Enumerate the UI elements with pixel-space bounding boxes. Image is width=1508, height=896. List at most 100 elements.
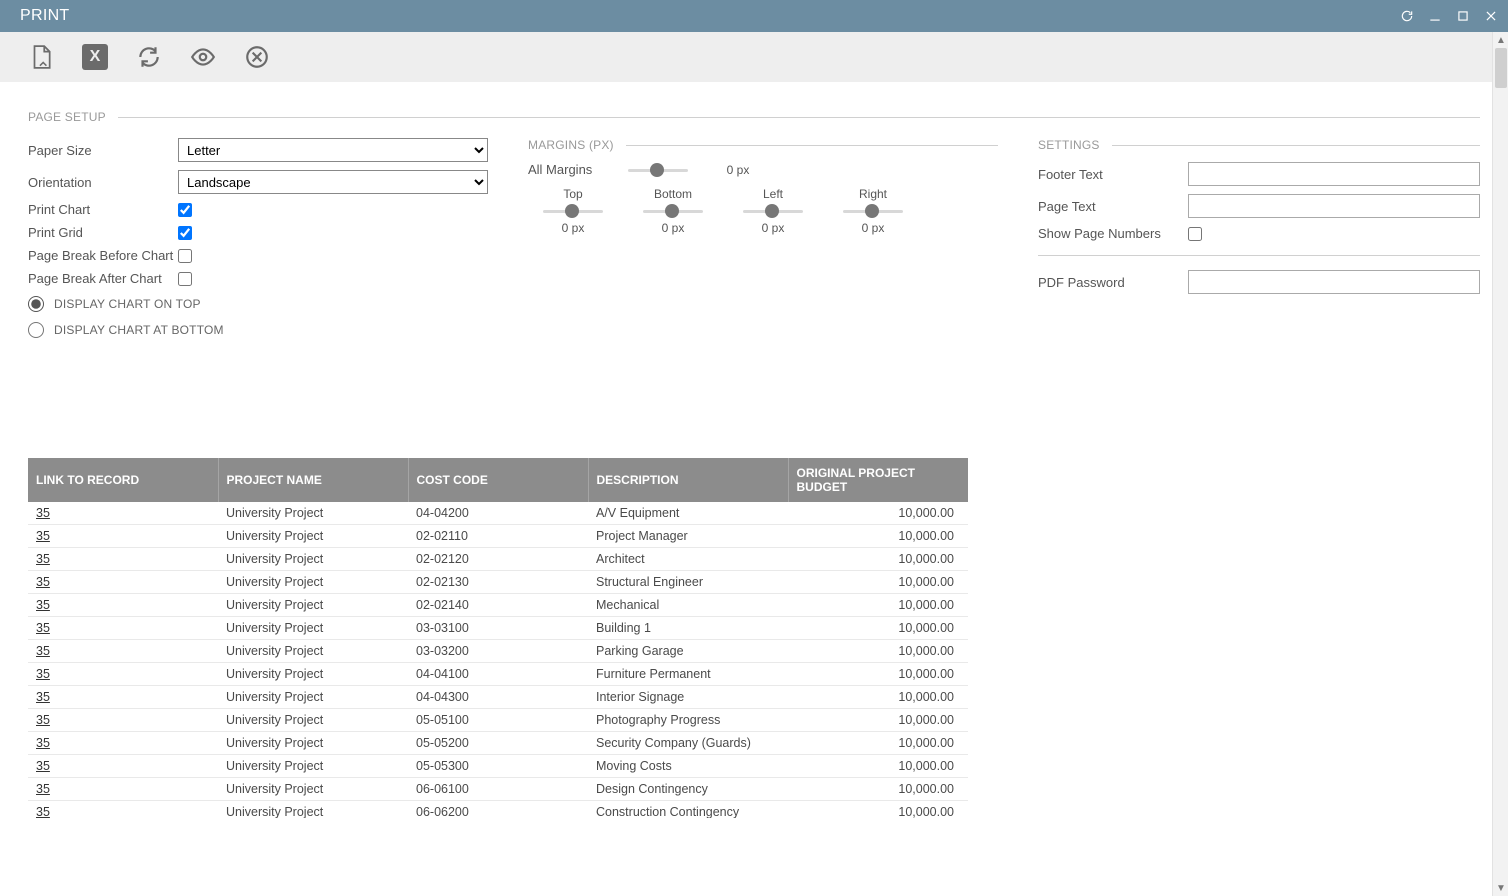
record-link[interactable]: 35	[36, 782, 50, 796]
table-row: 35University Project05-05100Photography …	[28, 709, 968, 732]
col-code-header[interactable]: COST CODE	[408, 458, 588, 502]
record-link[interactable]: 35	[36, 506, 50, 520]
record-link[interactable]: 35	[36, 690, 50, 704]
col-desc-header[interactable]: DESCRIPTION	[588, 458, 788, 502]
record-link[interactable]: 35	[36, 529, 50, 543]
cell-project: University Project	[218, 525, 408, 548]
record-link[interactable]: 35	[36, 805, 50, 818]
record-link[interactable]: 35	[36, 713, 50, 727]
margins-panel: MARGINS (PX) All Margins 0 px Top Bottom…	[528, 138, 998, 235]
paper-size-select[interactable]: Letter	[178, 138, 488, 162]
all-margins-slider[interactable]	[628, 164, 688, 176]
cell-desc: Building 1	[588, 617, 788, 640]
cell-link: 35	[28, 548, 218, 571]
cell-desc: Security Company (Guards)	[588, 732, 788, 755]
cell-project: University Project	[218, 709, 408, 732]
cell-link: 35	[28, 525, 218, 548]
cell-desc: Moving Costs	[588, 755, 788, 778]
cell-desc: Project Manager	[588, 525, 788, 548]
export-excel-button[interactable]: X	[82, 44, 108, 70]
margin-left-slider[interactable]	[743, 205, 803, 217]
orientation-select[interactable]: Landscape	[178, 170, 488, 194]
record-link[interactable]: 35	[36, 575, 50, 589]
scrollbar-thumb[interactable]	[1495, 48, 1507, 88]
record-link[interactable]: 35	[36, 759, 50, 773]
record-link[interactable]: 35	[36, 736, 50, 750]
table-row: 35University Project03-03100Building 110…	[28, 617, 968, 640]
chart-bottom-radio[interactable]	[28, 322, 44, 338]
record-link[interactable]: 35	[36, 667, 50, 681]
table-row: 35University Project04-04100Furniture Pe…	[28, 663, 968, 686]
cell-project: University Project	[218, 755, 408, 778]
scroll-up-icon[interactable]: ▲	[1493, 32, 1508, 48]
preview-button[interactable]	[190, 44, 216, 70]
cell-code: 06-06200	[408, 801, 588, 819]
cell-budget: 10,000.00	[788, 548, 968, 571]
cell-budget: 10,000.00	[788, 732, 968, 755]
refresh-button[interactable]	[136, 44, 162, 70]
margin-top-slider[interactable]	[543, 205, 603, 217]
cell-code: 02-02140	[408, 594, 588, 617]
cell-project: University Project	[218, 778, 408, 801]
margin-bottom-slider[interactable]	[643, 205, 703, 217]
footer-text-input[interactable]	[1188, 162, 1480, 186]
report-grid-scroll[interactable]: LINK TO RECORD PROJECT NAME COST CODE DE…	[28, 458, 1480, 818]
cell-budget: 10,000.00	[788, 663, 968, 686]
cell-desc: Furniture Permanent	[588, 663, 788, 686]
margin-top-label: Top	[563, 187, 582, 201]
minimize-icon[interactable]	[1428, 9, 1442, 23]
maximize-icon[interactable]	[1456, 9, 1470, 23]
scroll-down-icon[interactable]: ▼	[1493, 880, 1508, 896]
window-title: PRINT	[20, 7, 70, 25]
col-budget-header[interactable]: ORIGINAL PROJECT BUDGET	[788, 458, 968, 502]
cell-desc: Construction Contingency	[588, 801, 788, 819]
close-icon[interactable]	[1484, 9, 1498, 23]
cell-budget: 10,000.00	[788, 801, 968, 819]
refresh-icon[interactable]	[1400, 9, 1414, 23]
cell-link: 35	[28, 755, 218, 778]
window-scrollbar[interactable]: ▲ ▼	[1492, 32, 1508, 896]
col-project-header[interactable]: PROJECT NAME	[218, 458, 408, 502]
col-link-header[interactable]: LINK TO RECORD	[28, 458, 218, 502]
record-link[interactable]: 35	[36, 552, 50, 566]
table-row: 35University Project02-02130Structural E…	[28, 571, 968, 594]
cell-link: 35	[28, 801, 218, 819]
margin-left-value: 0 px	[762, 221, 785, 235]
cell-budget: 10,000.00	[788, 617, 968, 640]
footer-text-label: Footer Text	[1038, 167, 1188, 182]
margin-right-value: 0 px	[862, 221, 885, 235]
show-page-numbers-label: Show Page Numbers	[1038, 226, 1188, 241]
margin-bottom-label: Bottom	[654, 187, 692, 201]
record-link[interactable]: 35	[36, 598, 50, 612]
page-text-input[interactable]	[1188, 194, 1480, 218]
pdf-password-label: PDF Password	[1038, 275, 1188, 290]
page-break-after-checkbox[interactable]	[178, 272, 192, 286]
cell-link: 35	[28, 640, 218, 663]
cell-desc: A/V Equipment	[588, 502, 788, 525]
cancel-button[interactable]	[244, 44, 270, 70]
page-break-before-label: Page Break Before Chart	[28, 248, 178, 263]
cell-code: 03-03100	[408, 617, 588, 640]
pdf-password-input[interactable]	[1188, 270, 1480, 294]
cell-project: University Project	[218, 502, 408, 525]
chart-top-radio-label: DISPLAY CHART ON TOP	[54, 297, 201, 311]
record-link[interactable]: 35	[36, 621, 50, 635]
cell-link: 35	[28, 778, 218, 801]
print-chart-checkbox[interactable]	[178, 203, 192, 217]
cell-budget: 10,000.00	[788, 640, 968, 663]
chart-top-radio[interactable]	[28, 296, 44, 312]
page-break-after-label: Page Break After Chart	[28, 271, 178, 286]
export-pdf-button[interactable]	[28, 44, 54, 70]
table-row: 35University Project06-06200Construction…	[28, 801, 968, 819]
page-break-before-checkbox[interactable]	[178, 249, 192, 263]
show-page-numbers-checkbox[interactable]	[1188, 227, 1202, 241]
orientation-label: Orientation	[28, 175, 178, 190]
cell-desc: Structural Engineer	[588, 571, 788, 594]
page-setup-form: Paper Size Letter Orientation Landscape …	[28, 138, 488, 338]
page-setup-label: PAGE SETUP	[28, 110, 106, 124]
cell-link: 35	[28, 663, 218, 686]
record-link[interactable]: 35	[36, 644, 50, 658]
print-grid-checkbox[interactable]	[178, 226, 192, 240]
table-row: 35University Project02-02120Architect10,…	[28, 548, 968, 571]
margin-right-slider[interactable]	[843, 205, 903, 217]
